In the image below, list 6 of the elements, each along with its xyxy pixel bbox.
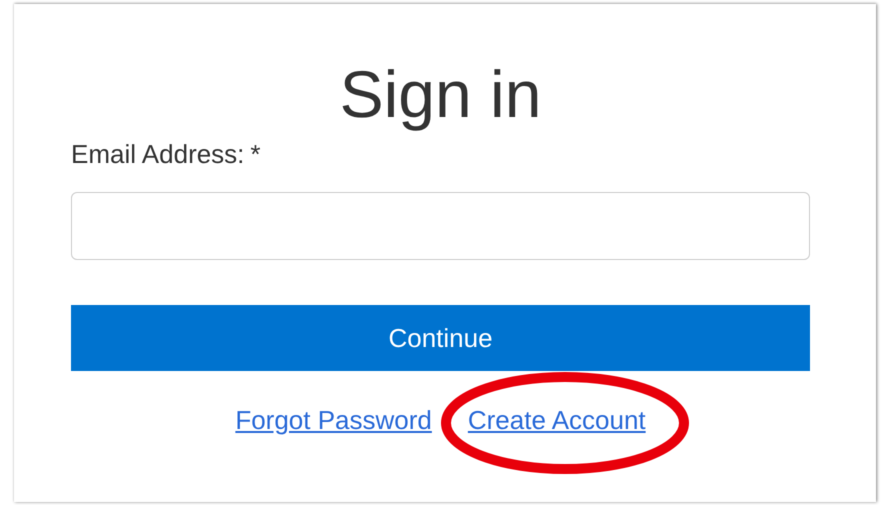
email-input-field[interactable] [71, 192, 810, 260]
field-label: Email Address: [71, 138, 244, 171]
text-link[interactable]: Forgot Password [235, 405, 432, 435]
page-title: Sign in [338, 56, 542, 133]
continue-button[interactable]: Continue [71, 305, 810, 371]
required-mark: * [250, 138, 261, 171]
